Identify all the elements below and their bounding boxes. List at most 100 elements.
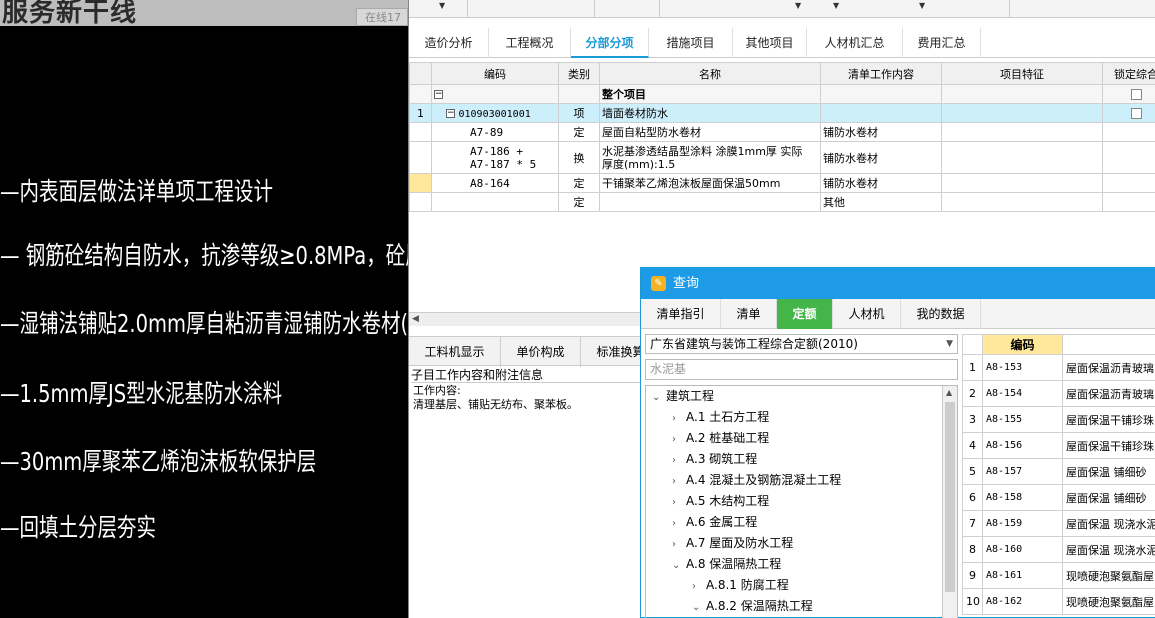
chevron-down-icon: ▼ [946, 339, 953, 349]
dtab-list-guide[interactable]: 清单指引 [641, 299, 721, 329]
dtab-my-data[interactable]: 我的数据 [901, 299, 981, 329]
cad-top-bar: 服务新干线 在线17 [0, 0, 408, 28]
table-row[interactable]: − 整个项目 [409, 84, 1155, 104]
table-row[interactable]: A8-164 定 干铺聚苯乙烯泡沫板屋面保温50mm 铺防水卷材 [409, 173, 1155, 193]
table-row[interactable]: 1 − 010903001001 项 墙面卷材防水 [409, 103, 1155, 123]
dtab-quota[interactable]: 定额 [777, 299, 833, 329]
tree-node[interactable]: › A.5 木结构工程 [672, 491, 769, 513]
tab-material-summary[interactable]: 人材机汇总 [807, 28, 903, 58]
tab-cost-summary[interactable]: 费用汇总 [903, 28, 981, 58]
dtab-materials[interactable]: 人材机 [833, 299, 901, 329]
tree-node[interactable]: › A.6 金属工程 [672, 512, 757, 534]
tree-scrollbar[interactable]: ▲ [942, 386, 957, 618]
chevron-right-icon[interactable]: › [672, 514, 686, 534]
tab-measures[interactable]: 措施项目 [649, 28, 733, 58]
grid-header-row: 编码 类别 名称 清单工作内容 项目特征 锁定综合 [409, 62, 1155, 85]
chevron-right-icon[interactable]: › [692, 577, 706, 597]
dtab-list[interactable]: 清单 [721, 299, 777, 329]
result-row[interactable]: 8 A8-160 屋面保温 现浇水泥 [962, 536, 1155, 563]
item-name: 墙面卷材防水 [599, 103, 821, 123]
col-header-code[interactable]: 编码 [431, 62, 559, 85]
app-icon: ✎ [651, 276, 666, 291]
result-row[interactable]: 6 A8-158 屋面保温 铺细砂 [962, 484, 1155, 511]
dialog-tab-bar: 清单指引 清单 定额 人材机 我的数据 [641, 299, 1155, 329]
main-tab-bar: 造价分析 工程概况 分部分项 措施项目 其他项目 人材机汇总 费用汇总 [409, 28, 1155, 58]
results-grid: 编码 1 A8-153 屋面保温沥青玻璃 2 A8-154 屋面保温沥青玻璃 3 A8-155… [962, 334, 1155, 618]
chevron-right-icon[interactable]: › [672, 535, 686, 555]
result-row[interactable]: 3 A8-155 屋面保温干铺珍珠 [962, 406, 1155, 433]
result-row[interactable]: 4 A8-156 屋面保温干铺珍珠 [962, 432, 1155, 459]
col-header-name[interactable]: 名称 [599, 62, 821, 85]
search-input[interactable]: 水泥基 [645, 359, 958, 380]
scroll-thumb[interactable] [945, 402, 955, 592]
table-row[interactable]: 定 其他 [409, 192, 1155, 212]
cad-annotation-line: —湿铺法铺贴2.0mm厚自粘沥青湿铺防水卷材(单 [0, 309, 408, 338]
cad-annotation-line: — 钢筋砼结构自防水，抗渗等级≥0.8MPa，砼厚 [0, 241, 408, 270]
quota-library-select[interactable]: 广东省建筑与装饰工程综合定额(2010) ▼ [645, 334, 958, 354]
result-row[interactable]: 1 A8-153 屋面保温沥青玻璃 [962, 354, 1155, 381]
tab-cost-analysis[interactable]: 造价分析 [409, 28, 489, 58]
result-row[interactable]: 5 A8-157 屋面保温 铺细砂 [962, 458, 1155, 485]
chevron-right-icon[interactable]: › [672, 409, 686, 429]
tree-node[interactable]: › A.4 混凝土及钢筋混凝土工程 [672, 470, 841, 492]
col-header-content[interactable]: 清单工作内容 [820, 62, 942, 85]
tab-items[interactable]: 分部分项 [571, 28, 649, 58]
chevron-right-icon[interactable]: › [672, 430, 686, 450]
tree-node[interactable]: › A.1 土石方工程 [672, 407, 769, 429]
tree-node[interactable]: › A.3 砌筑工程 [672, 449, 757, 471]
tree-node[interactable]: › A.7 屋面及防水工程 [672, 533, 793, 555]
dropdown-arrow-icon[interactable]: ▼ [833, 1, 839, 10]
table-row[interactable]: A7-186 + A7-187 * 5 换 水泥基渗透结晶型涂料 涂膜1mm厚 实… [409, 141, 1155, 174]
result-row[interactable]: 9 A8-161 现喷硬泡聚氨酯屋 [962, 562, 1155, 589]
tree-node[interactable]: ⌄ A.8.2 保温隔热工程 [692, 596, 813, 618]
tab-other-items[interactable]: 其他项目 [733, 28, 807, 58]
quota-tree: ⌄ 建筑工程 › A.1 土石方工程 › A.2 桩基础工程 › A.3 砌筑工程 › A.4 混… [645, 385, 958, 618]
tree-node[interactable]: › A.8.1 防腐工程 [692, 575, 789, 597]
lock-checkbox[interactable] [1130, 89, 1142, 100]
tab-material-display[interactable]: 工料机显示 [409, 337, 501, 367]
dropdown-arrow-icon[interactable]: ▼ [919, 1, 925, 10]
tab-project-overview[interactable]: 工程概况 [489, 28, 571, 58]
result-row[interactable]: 7 A8-159 屋面保温 现浇水泥 [962, 510, 1155, 537]
cad-annotation-line: —30mm厚聚苯乙烯泡沫板软保护层 [0, 447, 317, 476]
chevron-down-icon[interactable]: ⌄ [672, 556, 686, 576]
dialog-title-bar[interactable]: ✎ 查询 [641, 268, 1155, 299]
lock-checkbox[interactable] [1130, 108, 1142, 119]
chevron-right-icon[interactable]: › [672, 472, 686, 492]
bottom-tab-bar: 工料机显示 单价构成 标准换算 [409, 336, 661, 367]
dropdown-arrow-icon[interactable]: ▼ [439, 1, 445, 10]
col-header-features[interactable]: 项目特征 [941, 62, 1103, 85]
collapse-toggle-icon[interactable]: − [446, 109, 455, 118]
tab-unit-price[interactable]: 单价构成 [501, 337, 581, 367]
cad-annotation-line: —内表面层做法详单项工程设计 [0, 177, 274, 206]
result-row[interactable]: 2 A8-154 屋面保温沥青玻璃 [962, 380, 1155, 407]
screen: 服务新干线 在线17 —内表面层做法详单项工程设计 — 钢筋砼结构自防水，抗渗等… [0, 0, 1155, 618]
collapse-toggle-icon[interactable]: − [434, 90, 443, 99]
dialog-title: 查询 [673, 276, 700, 291]
tree-node[interactable]: ⌄ A.8 保温隔热工程 [672, 554, 781, 576]
cad-annotation-line: —1.5mm厚JS型水泥基防水涂料 [0, 379, 283, 408]
col-header-type[interactable]: 类别 [558, 62, 600, 85]
chevron-down-icon[interactable]: ⌄ [652, 388, 666, 408]
toolbar: ▼ ▼ ▼ ▼ [409, 0, 1155, 18]
horizontal-scrollbar[interactable]: ◀ [409, 312, 641, 326]
cad-annotation-line: —回填土分层夯实 [0, 513, 157, 542]
cad-top-button[interactable]: 在线17 [356, 8, 408, 26]
scroll-up-icon[interactable]: ▲ [946, 388, 952, 397]
chevron-right-icon[interactable]: › [672, 493, 686, 513]
dropdown-arrow-icon[interactable]: ▼ [795, 1, 801, 10]
tree-node[interactable]: › A.2 桩基础工程 [672, 428, 769, 450]
chevron-right-icon[interactable]: › [672, 451, 686, 471]
table-row[interactable]: A7-89 定 屋面自粘型防水卷材 铺防水卷材 [409, 122, 1155, 142]
cad-top-title: 服务新干线 [2, 0, 138, 28]
result-row[interactable]: 10 A8-162 现喷硬泡聚氨酯屋 [962, 588, 1155, 615]
scroll-left-icon[interactable]: ◀ [412, 314, 419, 324]
results-header-code[interactable]: 编码 [982, 334, 1063, 355]
root-item-name: 整个项目 [599, 84, 821, 104]
items-grid: 编码 类别 名称 清单工作内容 项目特征 锁定综合 − 整个项目 1 − 010… [409, 62, 1155, 212]
col-header-lock[interactable]: 锁定综合 [1102, 62, 1155, 85]
cad-drawing-area[interactable]: 服务新干线 在线17 —内表面层做法详单项工程设计 — 钢筋砼结构自防水，抗渗等… [0, 0, 408, 618]
tree-node[interactable]: ⌄ 建筑工程 [652, 386, 714, 408]
query-dialog: ✎ 查询 清单指引 清单 定额 人材机 我的数据 广东省建筑与装饰工程综合定额(… [640, 267, 1155, 618]
chevron-down-icon[interactable]: ⌄ [692, 598, 706, 618]
